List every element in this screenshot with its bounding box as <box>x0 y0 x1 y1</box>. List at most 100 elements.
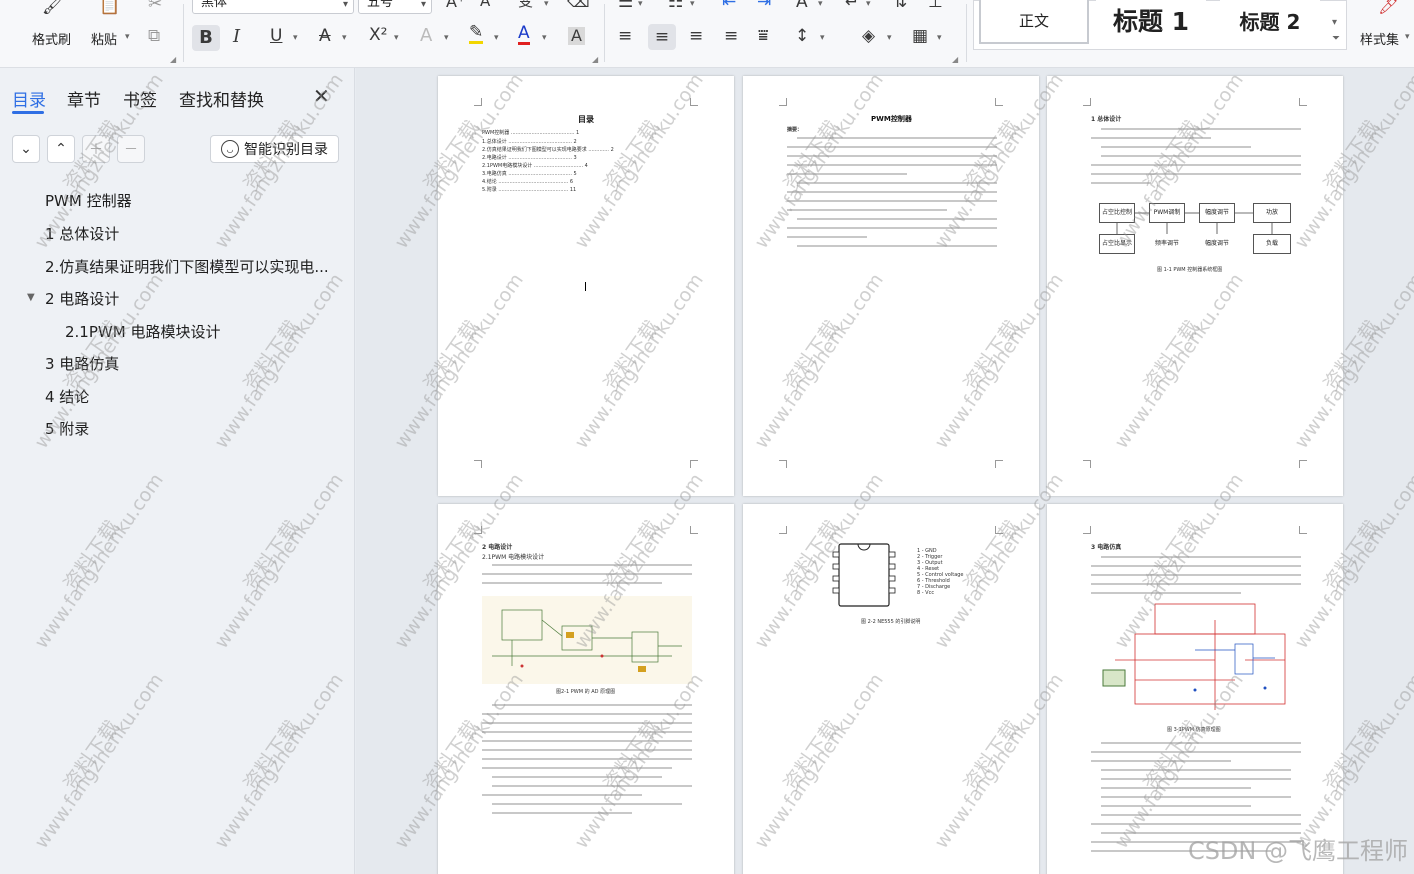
decrease-indent-icon[interactable]: ⇤ <box>722 0 736 11</box>
chevron-down-icon[interactable]: ▾ <box>394 34 399 43</box>
style-normal[interactable]: 正文 <box>979 0 1089 44</box>
text-effect-button[interactable]: A <box>420 27 432 45</box>
text-line <box>492 776 662 778</box>
chevron-down-icon[interactable]: ▾ <box>818 0 823 9</box>
highlight-button[interactable]: ✎ <box>469 24 484 44</box>
document-canvas[interactable]: ⋮⋮ 目录 PWM控制器 ...........................… <box>356 68 1414 874</box>
chevron-down-icon[interactable]: ▾ <box>444 34 449 43</box>
char-shading-button[interactable]: A <box>568 27 585 45</box>
paragraph-launcher-icon[interactable]: ◢ <box>952 55 958 64</box>
style-heading2[interactable]: 标题 2 <box>1220 0 1320 44</box>
page-4[interactable]: 2 电路设计 2.1PWM 电路模块设计 图2-1 PWM 的 AD 原理图 <box>438 504 734 874</box>
toc-item[interactable]: 2.1PWM 电路模块设计 <box>65 321 220 342</box>
distribute-icon[interactable]: ⩸ <box>758 28 768 45</box>
text-line <box>482 767 672 769</box>
chevron-down-icon[interactable]: ▾ <box>820 34 825 43</box>
copy-icon[interactable]: ⧉ <box>148 28 160 45</box>
chevron-down-icon[interactable]: ▾ <box>544 0 549 9</box>
page-heading: 3 电路仿真 <box>1091 544 1122 551</box>
paste-dropdown-icon[interactable]: ▾ <box>125 33 130 42</box>
font-size-select[interactable]: 五号 ▾ <box>358 0 432 14</box>
shading-fill-icon[interactable]: ◈ <box>862 28 875 45</box>
paste-button[interactable]: 粘贴 <box>91 29 117 48</box>
clipboard-launcher-icon[interactable]: ◢ <box>170 55 176 64</box>
format-painter-button[interactable]: 格式刷 <box>32 29 71 48</box>
bullet-list-icon[interactable]: ☰ <box>618 0 633 11</box>
remove-heading-button[interactable]: － <box>117 135 145 163</box>
toc-item[interactable]: 2.仿真结果证明我们下图模型可以实现电... <box>45 256 335 277</box>
chevron-down-icon[interactable]: ▾ <box>887 34 892 43</box>
expand-up-button[interactable]: ⌃ <box>47 135 75 163</box>
text-line <box>492 564 692 566</box>
line-break-icon[interactable]: ↵ <box>845 0 859 11</box>
chevron-down-icon[interactable]: ▾ <box>690 0 695 9</box>
chevron-down-icon[interactable]: ▾ <box>293 34 298 43</box>
line-spacing-icon[interactable]: ↕ <box>795 28 809 45</box>
paste-icon[interactable]: 📋 <box>99 0 120 15</box>
italic-button[interactable]: I <box>233 28 240 46</box>
text-direction-icon[interactable]: A <box>796 0 808 11</box>
chevron-down-icon[interactable]: ▾ <box>542 34 547 43</box>
toc-item[interactable]: 4 结论 <box>45 386 89 407</box>
chevron-down-icon[interactable]: ▾ <box>638 0 643 9</box>
increase-indent-icon[interactable]: ⇥ <box>757 0 771 11</box>
align-right-icon[interactable]: ≡ <box>689 28 703 45</box>
smart-toc-button[interactable]: ◡ 智能识别目录 <box>210 135 339 163</box>
font-name-select[interactable]: 黑体 ▾ <box>192 0 354 14</box>
chevron-down-icon[interactable]: ▾ <box>342 34 347 43</box>
text-line <box>1091 583 1301 585</box>
page-2[interactable]: PWM控制器 摘要： <box>743 76 1039 496</box>
show-marks-icon[interactable]: ⊥ <box>928 0 943 11</box>
clear-format-icon[interactable]: ⌫ <box>567 0 590 10</box>
sort-icon[interactable]: ⇅ <box>893 0 907 11</box>
superscript-button[interactable]: X² <box>369 27 387 44</box>
gallery-scroll-icon[interactable]: ▾ <box>1332 18 1337 28</box>
tab-find-replace[interactable]: 查找和替换 <box>179 86 264 111</box>
numbered-list-icon[interactable]: ☷ <box>668 0 683 11</box>
page-3[interactable]: 1 总体设计 占空比控制 PWM调制 幅度调节 功放 占空比显示 频率调节 幅度… <box>1047 76 1343 496</box>
toc-item[interactable]: 2 电路设计 <box>45 288 119 309</box>
toc-item[interactable]: 3 电路仿真 <box>45 353 119 374</box>
shrink-font-icon[interactable]: A⁻ <box>480 0 498 9</box>
style-set-icon[interactable]: 🖊 <box>1378 0 1400 15</box>
toc-item[interactable]: 5 附录 <box>45 418 89 439</box>
underline-button[interactable]: U <box>270 28 282 45</box>
font-launcher-icon[interactable]: ◢ <box>592 55 598 64</box>
page-title: 目录 <box>578 115 594 124</box>
align-left-icon[interactable]: ≡ <box>618 28 632 45</box>
toc-item[interactable]: 1 总体设计 <box>45 223 119 244</box>
justify-icon[interactable]: ≡ <box>724 28 738 45</box>
font-color-button[interactable]: A <box>518 25 530 45</box>
tab-bookmarks[interactable]: 书签 <box>123 86 157 111</box>
style-heading1[interactable]: 标题 1 <box>1096 0 1206 44</box>
chevron-down-icon[interactable]: ▾ <box>1405 33 1410 42</box>
close-icon[interactable]: ✕ <box>313 84 330 108</box>
toc-line: PWM控制器 .................................… <box>482 130 580 136</box>
chevron-up-icon: ⌃ <box>55 141 67 157</box>
grow-font-icon[interactable]: A⁺ <box>446 0 465 10</box>
page-6[interactable]: 3 电路仿真 图 3-1PWM 仿真原理图 <box>1047 504 1343 874</box>
chevron-down-icon[interactable]: ▾ <box>866 0 871 9</box>
page-5[interactable]: 1 - GND 2 - Trigger 3 - Output 4 - Reset… <box>743 504 1039 874</box>
crop-mark <box>1299 460 1307 468</box>
align-center-icon[interactable]: ≡ <box>648 24 676 50</box>
strikethrough-button[interactable]: A <box>319 28 331 45</box>
style-set-button[interactable]: 样式集 <box>1360 29 1399 48</box>
chevron-down-icon[interactable]: ▾ <box>937 34 942 43</box>
tab-toc[interactable]: 目录 <box>12 86 46 111</box>
expand-triangle-icon[interactable]: ▼ <box>27 292 35 303</box>
gallery-more-icon[interactable]: ⏷ <box>1332 34 1340 44</box>
collapse-all-button[interactable]: ⌄ <box>12 135 40 163</box>
add-heading-button[interactable]: ＋ <box>82 135 110 163</box>
text-line <box>482 713 692 715</box>
borders-icon[interactable]: ▦ <box>912 28 928 45</box>
format-painter-icon[interactable]: 🖌 <box>42 0 64 15</box>
simulation-schematic-image <box>1102 603 1286 710</box>
phonetic-guide-icon[interactable]: 变 <box>518 0 533 9</box>
cut-icon[interactable]: ✂ <box>148 0 162 13</box>
bold-button[interactable]: B <box>192 25 220 51</box>
chevron-down-icon[interactable]: ▾ <box>494 34 499 43</box>
tab-chapters[interactable]: 章节 <box>67 86 101 111</box>
page-1[interactable]: 目录 PWM控制器 ..............................… <box>438 76 734 496</box>
toc-item[interactable]: PWM 控制器 <box>45 190 132 211</box>
